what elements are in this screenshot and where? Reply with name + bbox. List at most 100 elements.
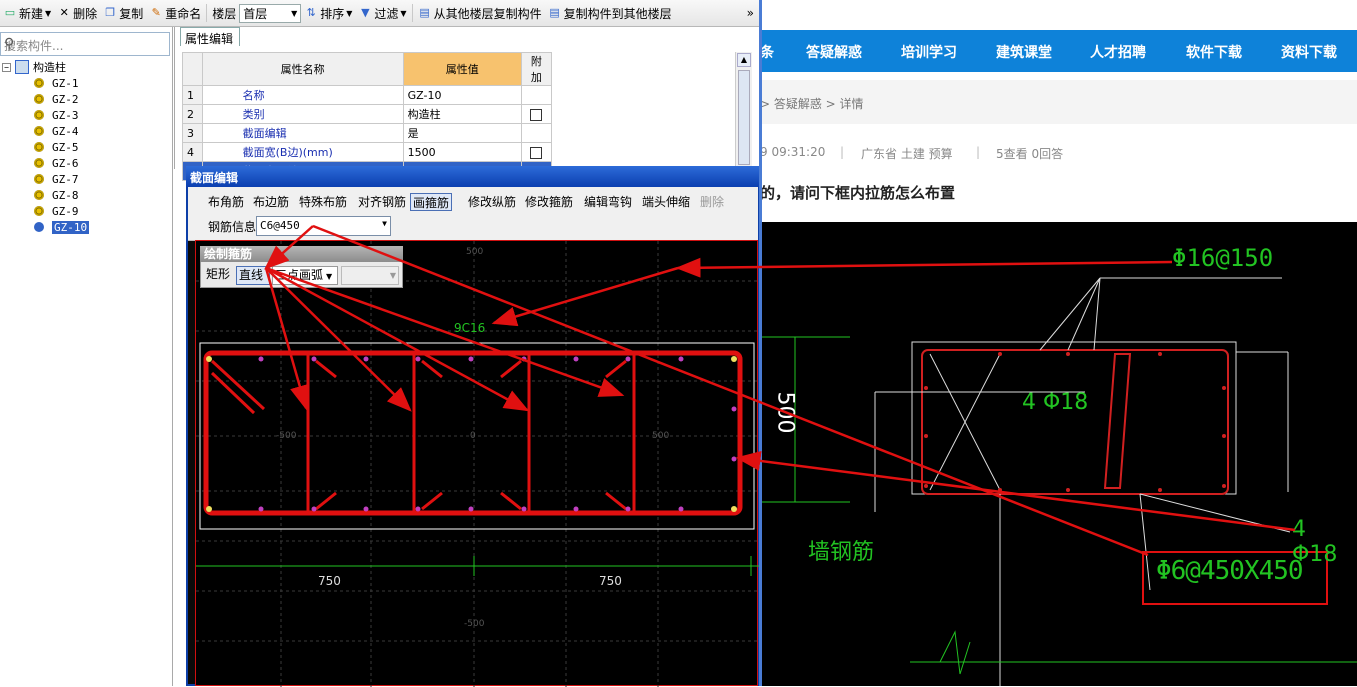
rect-mode-button[interactable]: 矩形 <box>204 266 232 285</box>
property-value[interactable]: 是 <box>402 123 522 143</box>
collapse-icon[interactable]: − <box>2 62 11 72</box>
property-row[interactable]: 1 名称 GZ-10 <box>182 85 553 105</box>
dialog-title: 截面编辑 <box>186 166 760 187</box>
question-title: 的，请问下框内拉筋怎么布置 <box>760 184 956 202</box>
search-icon[interactable]: ⚲ <box>4 36 165 52</box>
tool-button[interactable]: 布边筋 <box>251 193 291 211</box>
column-icon <box>34 94 44 104</box>
nav-item[interactable]: 资料下载 <box>1281 42 1337 62</box>
tree-item[interactable]: GZ-7 <box>34 171 79 187</box>
property-scrollbar[interactable]: ▲ <box>735 52 752 169</box>
sort-button[interactable]: ⇅ 排序 ▼ <box>301 2 355 24</box>
property-value[interactable]: GZ-10 <box>402 85 522 105</box>
copy-from-floor-button[interactable]: ▤ 从其他楼层复制构件 <box>415 2 545 24</box>
floor-select[interactable]: 首层 ▼ <box>239 3 302 23</box>
canvas-label-main: 9C16 <box>454 321 486 335</box>
copy-button[interactable]: ❐ 复制 <box>100 2 146 24</box>
tree-item[interactable]: GZ-6 <box>34 155 79 171</box>
tree-item[interactable]: GZ-2 <box>34 91 79 107</box>
property-name: 截面宽(B边)(mm) <box>201 142 404 162</box>
rename-icon: ✎ <box>151 6 161 19</box>
chevron-down-icon: ▼ <box>291 8 298 18</box>
canvas-dim-left: -500 <box>276 431 297 441</box>
column-icon <box>34 142 44 152</box>
scroll-thumb[interactable] <box>738 70 750 165</box>
nav-item[interactable]: 人才招聘 <box>1090 42 1146 62</box>
component-panel <box>0 27 173 686</box>
cad-label-center: 4 Φ18 <box>1022 390 1089 415</box>
column-icon <box>34 126 44 136</box>
rename-button[interactable]: ✎ 重命名 <box>146 2 204 24</box>
nav-item[interactable]: 条 <box>760 42 774 62</box>
property-value[interactable]: 构造柱 <box>402 104 522 124</box>
nav-item[interactable]: 答疑解惑 <box>806 42 862 62</box>
arc-mode-select[interactable]: 三点画弧 ▼ <box>272 266 338 285</box>
new-icon: ▭ <box>4 6 16 19</box>
property-extra <box>520 85 553 105</box>
tool-button[interactable]: 修改纵筋 <box>466 193 518 211</box>
breadcrumb[interactable]: > 答疑解惑 > 详情 <box>760 95 864 112</box>
toolbar-divider <box>411 4 413 22</box>
tool-button[interactable]: 修改箍筋 <box>523 193 575 211</box>
nav-item[interactable]: 软件下载 <box>1186 42 1242 62</box>
rebar-info-select[interactable]: C6@450 ▼ <box>256 216 391 236</box>
tree-item[interactable]: GZ-5 <box>34 139 79 155</box>
delete-button[interactable]: ✕ 删除 <box>54 2 100 24</box>
property-row[interactable]: 2 类别 构造柱 <box>182 104 553 124</box>
property-row[interactable]: 4 截面宽(B边)(mm) 1500 <box>182 142 553 162</box>
tree-root[interactable]: − 构造柱 <box>2 59 66 75</box>
column-icon <box>34 222 44 232</box>
tool-button[interactable]: 对齐钢筋 <box>356 193 408 211</box>
tool-button[interactable]: 编辑弯钩 <box>582 193 634 211</box>
property-row[interactable]: 3 截面编辑是 <box>182 123 553 143</box>
property-extra <box>520 142 553 162</box>
copy-from-floor-icon: ▤ <box>419 6 430 19</box>
tree-item-label: GZ-5 <box>52 140 79 154</box>
property-name: 名称 <box>201 85 404 105</box>
column-icon <box>34 78 44 88</box>
column-icon <box>34 174 44 184</box>
search-input[interactable]: 搜索构件... ⚲ <box>0 32 170 56</box>
tab-property-edit[interactable]: 属性编辑 <box>180 27 240 46</box>
tool-button[interactable]: 端头伸缩 <box>640 193 692 211</box>
tree-item[interactable]: GZ-3 <box>34 107 79 123</box>
copy-to-floor-icon: ▤ <box>549 6 560 19</box>
tree-item-label: GZ-10 <box>52 220 90 234</box>
cad-label-wall: 墙钢筋 <box>808 540 875 565</box>
nav-item[interactable]: 培训学习 <box>901 42 957 62</box>
extra-checkbox[interactable] <box>530 108 543 121</box>
extra-checkbox[interactable] <box>530 146 543 159</box>
mode-option-select[interactable]: ▼ <box>341 266 399 285</box>
canvas-dim-750-right: 750 <box>599 574 622 588</box>
tree-item[interactable]: GZ-10 <box>34 219 90 235</box>
tree-item[interactable]: GZ-9 <box>34 203 79 219</box>
site-header <box>760 0 1357 30</box>
property-value[interactable]: 1500 <box>402 142 522 162</box>
nav-item[interactable]: 建筑课堂 <box>996 42 1052 62</box>
column-group-icon <box>15 60 29 74</box>
tree-item[interactable]: GZ-4 <box>34 123 79 139</box>
section-canvas[interactable]: 9C16 500 -500 0 500 -500 750 750 <box>195 240 759 687</box>
filter-button[interactable]: ▼ 过滤 ▼ <box>355 2 409 24</box>
new-button[interactable]: ▭ 新建 ▼ <box>0 2 54 24</box>
column-icon <box>34 190 44 200</box>
tool-button[interactable]: 删除 <box>698 193 726 211</box>
tree-item-label: GZ-3 <box>52 108 79 122</box>
meta-divider: | <box>976 145 981 159</box>
toolbar-overflow-button[interactable]: » <box>744 2 760 24</box>
tree-item-label: GZ-1 <box>52 76 79 90</box>
scroll-up-icon[interactable]: ▲ <box>737 53 751 67</box>
copy-to-floor-button[interactable]: ▤ 复制构件到其他楼层 <box>545 2 675 24</box>
window-border <box>759 0 762 686</box>
tool-button[interactable]: 特殊布筋 <box>297 193 349 211</box>
tree-item[interactable]: GZ-8 <box>34 187 79 203</box>
canvas-dim-top: 500 <box>466 247 484 257</box>
property-table: 属性名称 属性值 附加 1 名称 GZ-10 2 类别 构造柱 3 截面编辑是 4 截面宽(B边)… <box>182 52 553 181</box>
canvas-dim-center: 0 <box>470 431 476 441</box>
row-number: 4 <box>182 142 203 162</box>
delete-icon: ✕ <box>59 6 69 19</box>
tool-button[interactable]: 画箍筋 <box>410 193 453 211</box>
line-mode-button[interactable]: 直线 <box>236 266 270 285</box>
tool-button[interactable]: 布角筋 <box>206 193 246 211</box>
tree-item[interactable]: GZ-1 <box>34 75 79 91</box>
